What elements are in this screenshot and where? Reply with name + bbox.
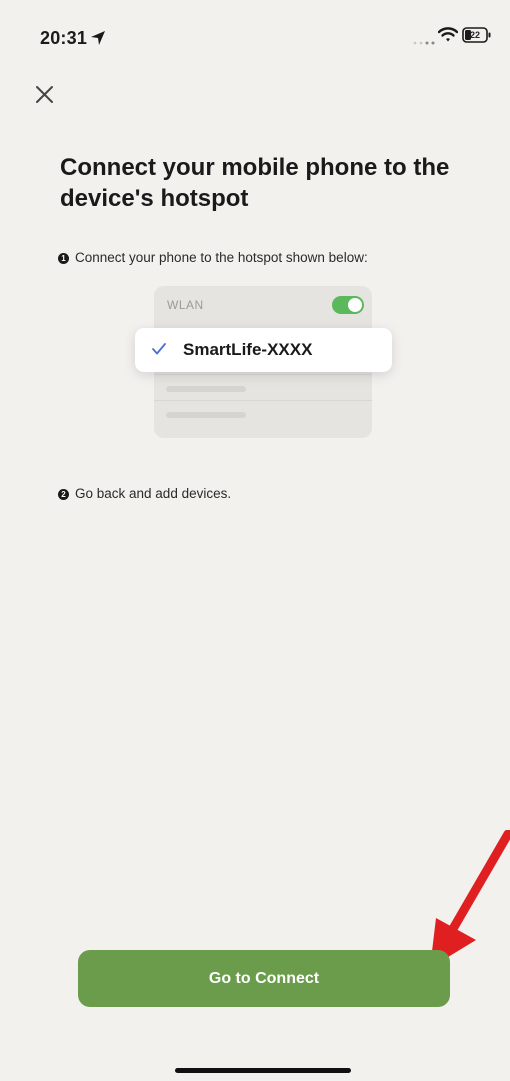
step-2: 2 Go back and add devices. <box>58 486 231 501</box>
selected-network-row: SmartLife-XXXX <box>135 328 392 372</box>
step-1: 1 Connect your phone to the hotspot shown… <box>58 250 368 265</box>
battery-level: 22 <box>469 30 480 40</box>
placeholder-network-row <box>154 400 372 426</box>
close-icon <box>36 86 53 103</box>
placeholder-network-row <box>154 374 372 400</box>
step-2-number-icon: 2 <box>58 489 69 500</box>
placeholder-bar <box>166 386 246 392</box>
step-1-text: Connect your phone to the hotspot shown … <box>75 250 368 265</box>
wlan-toggle <box>332 296 364 314</box>
location-arrow-icon <box>91 31 105 45</box>
status-time: 20:31 <box>40 28 88 48</box>
wlan-label: WLAN <box>167 298 204 312</box>
wifi-icon <box>438 27 458 42</box>
page-title: Connect your mobile phone to the device'… <box>60 154 450 212</box>
step-1-number-icon: 1 <box>58 253 69 264</box>
step-2-text: Go back and add devices. <box>75 486 232 501</box>
home-indicator[interactable] <box>175 1068 351 1073</box>
signal-icon <box>413 41 435 45</box>
status-bar: 20:31 22 <box>0 0 510 70</box>
go-to-connect-button[interactable]: Go to Connect <box>78 950 450 1007</box>
checkmark-icon <box>152 343 166 355</box>
screen: 20:31 22 Connect your mobile phone to th… <box>0 0 510 1081</box>
network-name: SmartLife-XXXX <box>183 340 313 359</box>
placeholder-bar <box>166 412 246 418</box>
close-button[interactable] <box>30 80 60 110</box>
toggle-knob <box>348 298 362 312</box>
